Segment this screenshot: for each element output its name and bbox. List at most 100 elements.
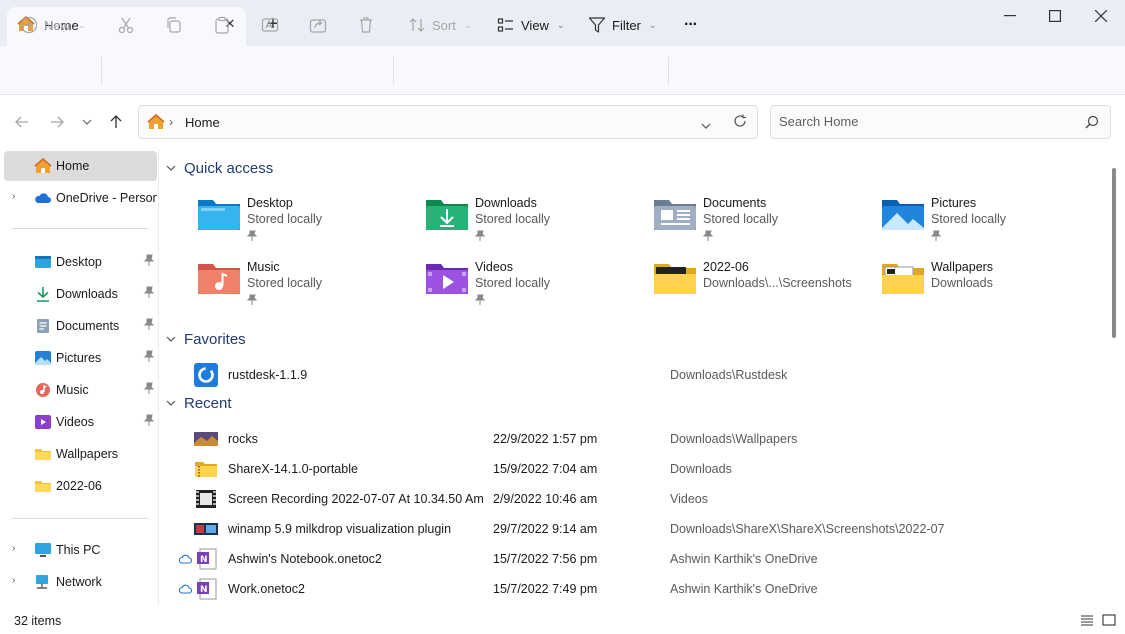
- pin-icon[interactable]: [143, 254, 155, 271]
- network-icon: [34, 574, 52, 590]
- quick-access-desktop[interactable]: Desktop Stored locally: [197, 196, 417, 252]
- sidebar-item-label: Pictures: [56, 351, 102, 365]
- sidebar-item-label: OneDrive - Personal: [56, 191, 157, 205]
- section-title: Quick access: [184, 160, 274, 177]
- qa-name: Wallpapers: [931, 260, 994, 274]
- search-box[interactable]: [770, 105, 1111, 139]
- quick-access-documents[interactable]: Documents Stored locally: [653, 196, 873, 252]
- search-input[interactable]: [779, 114, 1079, 129]
- refresh-icon[interactable]: [733, 114, 747, 131]
- forward-button[interactable]: [44, 109, 70, 135]
- qa-name: Downloads: [475, 196, 537, 210]
- sidebar-item-label: Videos: [56, 415, 94, 429]
- sidebar-item-this-pc[interactable]: › This PC: [4, 535, 157, 565]
- share-button[interactable]: [309, 8, 327, 42]
- tiles-view-icon[interactable]: [1100, 612, 1118, 628]
- cut-button[interactable]: [117, 8, 135, 42]
- folder-icon: [653, 260, 697, 296]
- quick-access-downloads[interactable]: Downloads Stored locally: [425, 196, 645, 252]
- sidebar-item-music[interactable]: Music: [4, 375, 157, 405]
- recent-item[interactable]: N Ashwin's Notebook.onetoc2 15/7/2022 7:…: [174, 544, 1104, 574]
- recent-locations-button[interactable]: [74, 109, 100, 135]
- sidebar-item-downloads[interactable]: Downloads: [4, 279, 157, 309]
- favorite-item[interactable]: rustdesk-1.1.9 Downloads\Rustdesk: [174, 360, 1104, 390]
- pin-icon[interactable]: [143, 382, 155, 399]
- vertical-scrollbar[interactable]: [1112, 168, 1116, 338]
- status-bar: 32 items: [0, 606, 1125, 634]
- paste-icon: [215, 16, 229, 34]
- sidebar-item-home[interactable]: Home: [4, 151, 157, 181]
- cloud-status-icon: [178, 583, 193, 597]
- sidebar-item-label: 2022-06: [56, 479, 102, 493]
- filter-button[interactable]: Filter ⌄: [588, 8, 656, 42]
- qa-subtitle: Stored locally: [475, 276, 551, 290]
- back-button[interactable]: [9, 109, 35, 135]
- sort-label: Sort: [432, 17, 456, 33]
- details-view-icon[interactable]: [1078, 612, 1096, 628]
- item-date: 2/9/2022 10:46 am: [493, 492, 598, 506]
- quick-access-pictures[interactable]: Pictures Stored locally: [881, 196, 1101, 252]
- pin-icon[interactable]: [143, 350, 155, 367]
- sidebar-item-2022-06[interactable]: 2022-06: [4, 471, 157, 501]
- up-button[interactable]: [103, 109, 129, 135]
- address-bar[interactable]: › Home: [138, 105, 758, 139]
- item-name: Screen Recording 2022-07-07 At 10.34.50 …: [228, 492, 484, 506]
- quick-access-videos[interactable]: Videos Stored locally: [425, 260, 645, 316]
- expand-chevron-icon[interactable]: ›: [12, 191, 15, 202]
- pictures-icon: [34, 350, 52, 366]
- folder-icon: [34, 478, 52, 494]
- sidebar-item-label: Music: [56, 383, 89, 397]
- section-quick-access[interactable]: Quick access: [166, 160, 273, 177]
- more-options-button[interactable]: ···: [684, 8, 698, 42]
- section-recent[interactable]: Recent: [166, 395, 232, 412]
- address-dropdown-icon[interactable]: [701, 118, 711, 132]
- qa-name: Documents: [703, 196, 767, 210]
- minimize-button[interactable]: [987, 0, 1033, 32]
- expand-chevron-icon[interactable]: ›: [12, 575, 15, 586]
- copy-button[interactable]: [165, 8, 183, 42]
- recent-item[interactable]: N Work.onetoc2 15/7/2022 7:49 pm Ashwin …: [174, 574, 1104, 604]
- collapse-chevron-icon[interactable]: [166, 163, 178, 174]
- sidebar-item-wallpapers[interactable]: Wallpapers: [4, 439, 157, 469]
- sidebar-item-network[interactable]: › Network: [4, 567, 157, 597]
- recent-item[interactable]: Screen Recording 2022-07-07 At 10.34.50 …: [174, 484, 1104, 514]
- sidebar-item-documents[interactable]: Documents: [4, 311, 157, 341]
- qa-name: 2022-06: [703, 260, 749, 274]
- quick-access-wallpapers[interactable]: Wallpapers Downloads: [881, 260, 1101, 316]
- new-button[interactable]: New ⌄: [20, 8, 86, 42]
- breadcrumb-chevron-icon: ›: [169, 115, 173, 129]
- recent-item[interactable]: winamp 5.9 milkdrop visualization plugin…: [174, 514, 1104, 544]
- expand-chevron-icon[interactable]: ›: [12, 543, 15, 554]
- videos-folder-icon: [425, 260, 469, 296]
- content-pane: Quick access Desktop Stored locally Down…: [160, 150, 1110, 606]
- recent-item[interactable]: ShareX-14.1.0-portable 15/9/2022 7:04 am…: [174, 454, 1104, 484]
- sidebar-item-pictures[interactable]: Pictures: [4, 343, 157, 373]
- sort-button[interactable]: Sort ⌄: [408, 8, 471, 42]
- plus-circle-icon: [20, 16, 38, 34]
- address-row: › Home: [0, 95, 1125, 150]
- maximize-button[interactable]: [1032, 0, 1078, 32]
- recent-item[interactable]: rocks 22/9/2022 1:57 pm Downloads\Wallpa…: [174, 424, 1104, 454]
- quick-access-2022-06[interactable]: 2022-06 Downloads\...\Screenshots: [653, 260, 873, 316]
- rename-button[interactable]: [261, 8, 279, 42]
- search-icon[interactable]: [1085, 115, 1099, 132]
- sidebar-item-desktop[interactable]: Desktop: [4, 247, 157, 277]
- close-window-button[interactable]: [1078, 0, 1124, 32]
- quick-access-music[interactable]: Music Stored locally: [197, 260, 417, 316]
- sidebar-item-onedrive[interactable]: › OneDrive - Personal: [4, 183, 157, 213]
- section-favorites[interactable]: Favorites: [166, 331, 246, 348]
- zip-folder-icon: [194, 459, 218, 479]
- pin-icon[interactable]: [143, 414, 155, 431]
- pin-icon[interactable]: [143, 286, 155, 303]
- view-button[interactable]: View ⌄: [497, 8, 565, 42]
- pin-icon[interactable]: [143, 318, 155, 335]
- breadcrumb-home[interactable]: Home: [185, 115, 220, 130]
- paste-button[interactable]: [213, 8, 231, 42]
- sidebar-item-videos[interactable]: Videos: [4, 407, 157, 437]
- delete-button[interactable]: [357, 8, 375, 42]
- item-location: Videos: [670, 492, 708, 506]
- collapse-chevron-icon[interactable]: [166, 398, 178, 409]
- item-name: ShareX-14.1.0-portable: [228, 462, 358, 476]
- collapse-chevron-icon[interactable]: [166, 334, 178, 345]
- divider: [12, 518, 148, 519]
